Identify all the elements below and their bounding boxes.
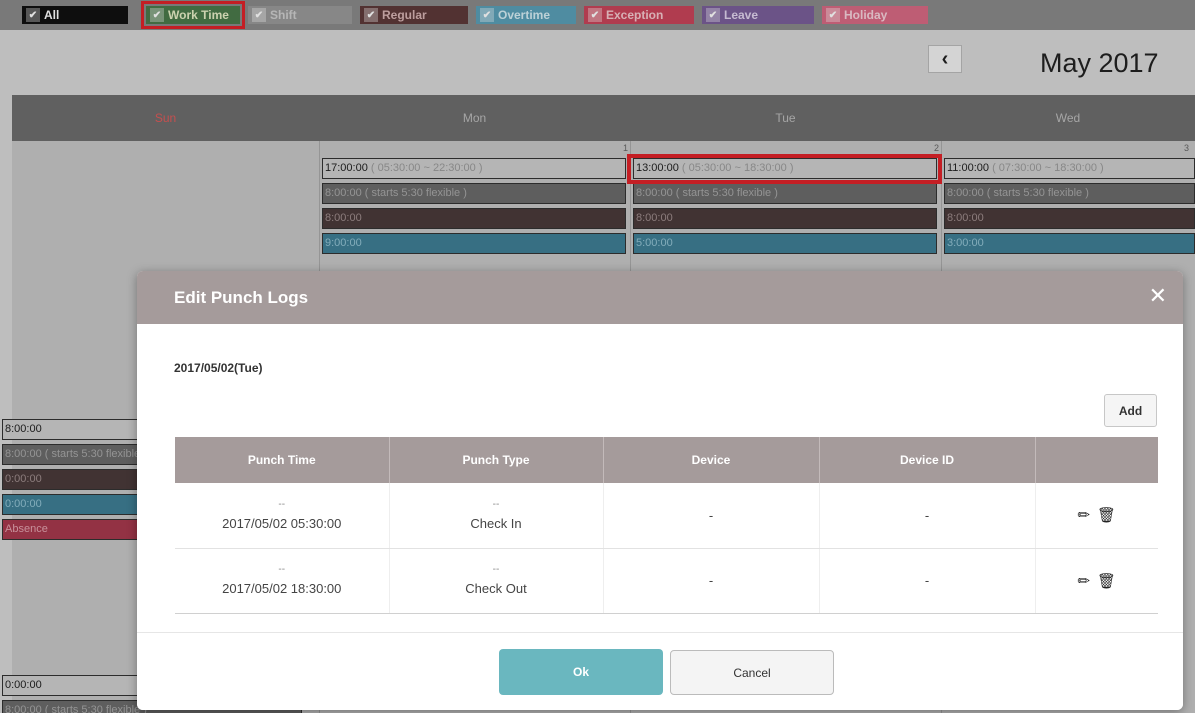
punch-time-cell[interactable]: -- 2017/05/02 05:30:00: [175, 483, 390, 549]
punch-date: 2017/05/02(Tue): [174, 361, 263, 375]
ok-button[interactable]: Ok: [499, 649, 663, 695]
column-header: [1035, 437, 1158, 483]
actions-cell: ✏ 🗑: [1035, 548, 1158, 614]
column-header: Punch Time: [175, 437, 390, 483]
punch-log-table: Punch Time Punch Type Device Device ID -…: [175, 437, 1158, 614]
punch-type: Check Out: [465, 581, 527, 596]
close-icon[interactable]: ✕: [1149, 285, 1167, 307]
punch-time: 2017/05/02 18:30:00: [222, 581, 342, 596]
punch-type-cell[interactable]: -- Check Out: [389, 548, 604, 614]
punch-time-cell[interactable]: -- 2017/05/02 18:30:00: [175, 548, 390, 614]
add-button[interactable]: Add: [1104, 394, 1157, 427]
edit-pencil-icon[interactable]: ✏: [1077, 506, 1090, 524]
trash-icon[interactable]: 🗑: [1097, 572, 1116, 590]
device-id-cell: -: [819, 548, 1036, 614]
device-cell: -: [603, 548, 820, 614]
previous-value: --: [278, 564, 286, 575]
punch-type: Check In: [470, 515, 522, 531]
column-header: Punch Type: [389, 437, 604, 483]
dialog-header: Edit Punch Logs ✕: [137, 271, 1183, 324]
previous-value: --: [492, 564, 500, 575]
previous-value: --: [278, 498, 286, 510]
table-row: -- 2017/05/02 05:30:00 -- Check In - - ✏ 🗑: [175, 483, 1158, 549]
edit-pencil-icon[interactable]: ✏: [1077, 572, 1090, 590]
column-header: Device ID: [819, 437, 1036, 483]
punch-type-cell[interactable]: -- Check In: [389, 483, 604, 549]
actions-cell: ✏ 🗑: [1035, 483, 1158, 549]
cancel-button[interactable]: Cancel: [670, 650, 834, 695]
device-cell: -: [603, 483, 820, 549]
column-header: Device: [603, 437, 820, 483]
table-header-row: Punch Time Punch Type Device Device ID: [175, 437, 1158, 483]
edit-punch-logs-dialog: Edit Punch Logs ✕ 2017/05/02(Tue) Add Pu…: [137, 271, 1183, 710]
dialog-footer: Ok Cancel: [137, 632, 1183, 710]
trash-icon[interactable]: 🗑: [1097, 506, 1116, 524]
table-row: -- 2017/05/02 18:30:00 -- Check Out - - ✏ …: [175, 548, 1158, 614]
dialog-title: Edit Punch Logs: [174, 287, 309, 307]
previous-value: --: [492, 498, 500, 510]
device-id-cell: -: [819, 483, 1036, 549]
punch-time: 2017/05/02 05:30:00: [222, 515, 342, 531]
